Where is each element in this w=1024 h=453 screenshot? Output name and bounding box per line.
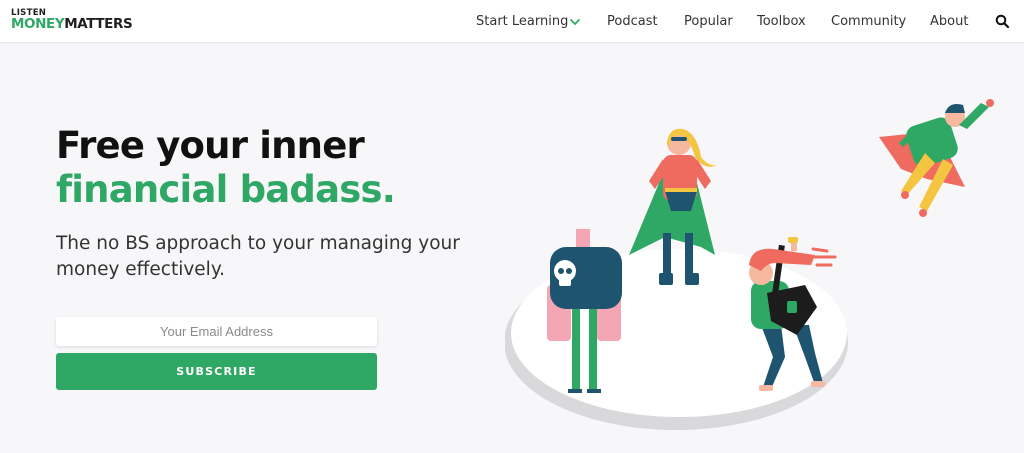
logo-money-text: MONEY — [11, 16, 65, 32]
hero-subheadline: The no BS approach to your managing your… — [56, 233, 460, 280]
hero-illustration — [505, 99, 994, 430]
nav-popular[interactable]: Popular — [684, 14, 733, 29]
hero-headline-line1: Free your inner — [56, 124, 365, 167]
nav-start-learning[interactable]: Start Learning — [476, 14, 568, 29]
search-icon[interactable] — [995, 14, 1010, 29]
site-logo[interactable]: LISTEN MONEYMATTERS — [11, 9, 161, 33]
top-navbar: LISTEN MONEYMATTERS Start Learning Podca… — [0, 0, 1024, 43]
nav-community[interactable]: Community — [831, 14, 906, 29]
nav-toolbox[interactable]: Toolbox — [757, 14, 806, 29]
chevron-down-icon[interactable] — [568, 15, 582, 29]
logo-wordmark: MONEYMATTERS — [11, 16, 133, 32]
subscribe-button[interactable]: SUBSCRIBE — [56, 353, 377, 390]
flying-hero-character — [879, 99, 994, 217]
nav-about[interactable]: About — [930, 14, 968, 29]
nav-podcast[interactable]: Podcast — [607, 14, 658, 29]
hero-headline-line2: financial badass. — [56, 168, 396, 211]
logo-matters-text: MATTERS — [64, 16, 133, 32]
email-field[interactable] — [56, 317, 377, 346]
